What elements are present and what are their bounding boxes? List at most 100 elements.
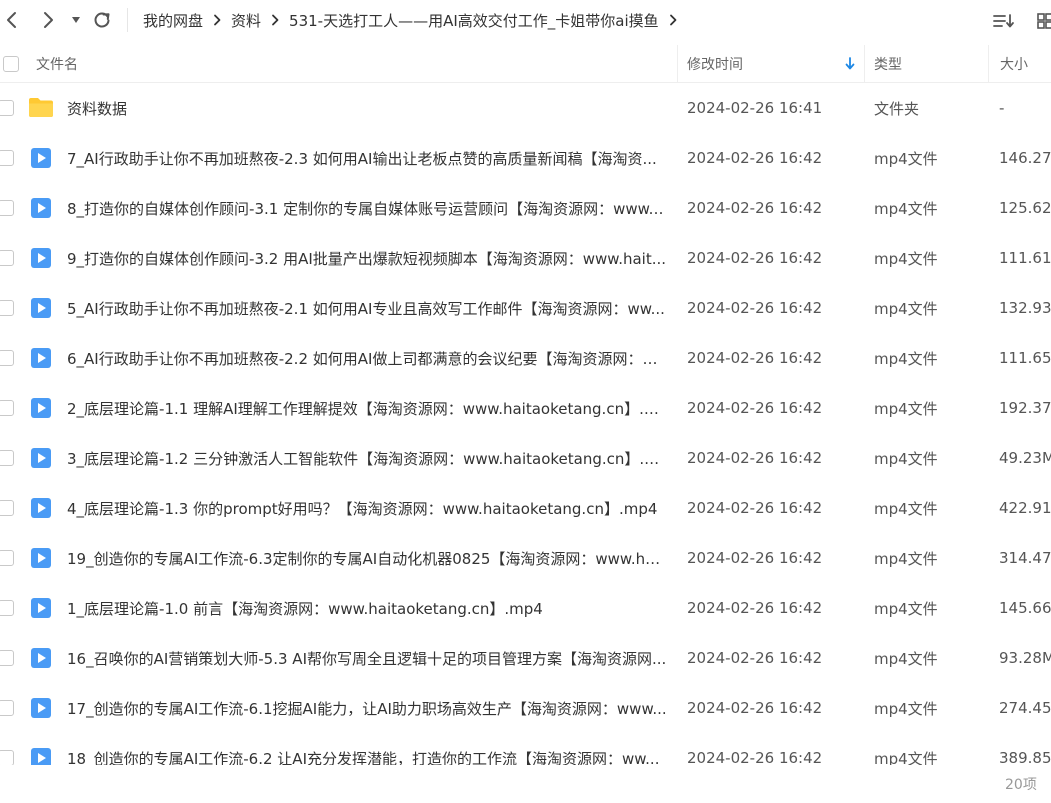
file-name: 4_底层理论篇-1.3 你的prompt好用吗？【海淘资源网：www.haita…: [67, 483, 667, 533]
breadcrumb: 我的网盘 资料 531-天选打工人——用AI高效交付工作_卡姐带你ai摸鱼: [143, 0, 687, 40]
file-row[interactable]: 17_创造你的专属AI工作流-6.1挖掘AI能力，让AI助力职场高效生产【海淘资…: [0, 683, 1051, 733]
column-header-modified[interactable]: 修改时间: [687, 45, 857, 83]
file-modified-time: 2024-02-26 16:42: [687, 549, 823, 567]
history-dropdown-button[interactable]: [64, 8, 88, 32]
file-name: 9_打造你的自媒体创作顾问-3.2 用AI批量产出爆款短视频脚本【海淘资源网：w…: [67, 233, 667, 283]
file-type: 文件夹: [874, 99, 920, 118]
file-name-text: 8_打造你的自媒体创作顾问-3.1 定制你的专属自媒体账号运营顾问【海淘资源网：…: [67, 199, 667, 218]
video-file-icon: [30, 497, 52, 519]
breadcrumb-item-current-folder[interactable]: 531-天选打工人——用AI高效交付工作_卡姐带你ai摸鱼: [289, 10, 659, 31]
file-name: 1_底层理论篇-1.0 前言【海淘资源网：www.haitaoketang.cn…: [67, 583, 667, 633]
refresh-icon: [94, 12, 110, 28]
file-row[interactable]: 7_AI行政助手让你不再加班熬夜-2.3 如何用AI输出让老板点赞的高质量新闻稿…: [0, 133, 1051, 183]
view-mode-button[interactable]: [1033, 9, 1051, 33]
row-checkbox[interactable]: [0, 750, 14, 765]
file-size: 146.27: [999, 149, 1051, 167]
file-type: mp4文件: [874, 199, 938, 218]
file-type: mp4文件: [874, 549, 938, 568]
video-file-icon: [30, 547, 52, 569]
row-checkbox[interactable]: [0, 400, 14, 416]
file-row[interactable]: 5_AI行政助手让你不再加班熬夜-2.1 如何用AI专业且高效写工作邮件【海淘资…: [0, 283, 1051, 333]
file-modified-time: 2024-02-26 16:42: [687, 649, 823, 667]
file-name-text: 2_底层理论篇-1.1 理解AI理解工作理解提效【海淘资源网：www.haita…: [67, 399, 667, 418]
video-file-icon: [30, 297, 52, 319]
breadcrumb-item-my-drive[interactable]: 我的网盘: [143, 10, 203, 31]
file-name-text: 5_AI行政助手让你不再加班熬夜-2.1 如何用AI专业且高效写工作邮件【海淘资…: [67, 299, 665, 318]
file-name: 5_AI行政助手让你不再加班熬夜-2.1 如何用AI专业且高效写工作邮件【海淘资…: [67, 283, 667, 333]
file-name-text: 19_创造你的专属AI工作流-6.3定制你的专属AI自动化机器0825【海淘资源…: [67, 549, 667, 568]
forward-button[interactable]: [36, 8, 60, 32]
toolbar-divider: [127, 8, 128, 32]
row-checkbox[interactable]: [0, 300, 14, 316]
file-row[interactable]: 16_召唤你的AI营销策划大师-5.3 AI帮你写周全且逻辑十足的项目管理方案【…: [0, 633, 1051, 683]
file-name-text: 16_召唤你的AI营销策划大师-5.3 AI帮你写周全且逻辑十足的项目管理方案【…: [67, 649, 667, 668]
row-checkbox[interactable]: [0, 700, 14, 716]
file-name-text: 资料数据: [67, 99, 128, 118]
file-name: 2_底层理论篇-1.1 理解AI理解工作理解提效【海淘资源网：www.haita…: [67, 383, 667, 433]
file-name: 8_打造你的自媒体创作顾问-3.1 定制你的专属自媒体账号运营顾问【海淘资源网：…: [67, 183, 667, 233]
chevron-left-icon: [7, 12, 16, 28]
refresh-button[interactable]: [90, 8, 114, 32]
file-type: mp4文件: [874, 149, 938, 168]
column-divider: [677, 45, 678, 83]
row-checkbox[interactable]: [0, 450, 14, 466]
file-type: mp4文件: [874, 399, 938, 418]
column-header-name[interactable]: 文件名: [36, 45, 78, 83]
row-checkbox[interactable]: [0, 200, 14, 216]
row-checkbox[interactable]: [0, 500, 14, 516]
file-row[interactable]: 19_创造你的专属AI工作流-6.3定制你的专属AI自动化机器0825【海淘资源…: [0, 533, 1051, 583]
file-type: mp4文件: [874, 449, 938, 468]
file-row[interactable]: 1_底层理论篇-1.0 前言【海淘资源网：www.haitaoketang.cn…: [0, 583, 1051, 633]
file-size: 389.85: [999, 749, 1051, 765]
row-checkbox[interactable]: [0, 350, 14, 366]
file-modified-time: 2024-02-26 16:42: [687, 699, 823, 717]
video-file-icon: [30, 347, 52, 369]
arrow-down-icon: [845, 57, 855, 70]
video-file-icon: [30, 597, 52, 619]
file-size: 132.93: [999, 299, 1051, 317]
row-checkbox[interactable]: [0, 250, 14, 266]
video-file-icon: [30, 147, 52, 169]
file-modified-time: 2024-02-26 16:42: [687, 449, 823, 467]
file-row[interactable]: 8_打造你的自媒体创作顾问-3.1 定制你的专属自媒体账号运营顾问【海淘资源网：…: [0, 183, 1051, 233]
caret-down-icon: [72, 17, 80, 23]
file-size: 145.66: [999, 599, 1051, 617]
file-manager-window: 我的网盘 资料 531-天选打工人——用AI高效交付工作_卡姐带你ai摸鱼 文件…: [0, 0, 1051, 803]
status-bar: 20项: [0, 765, 1051, 803]
file-row[interactable]: 9_打造你的自媒体创作顾问-3.2 用AI批量产出爆款短视频脚本【海淘资源网：w…: [0, 233, 1051, 283]
file-size: 314.47: [999, 549, 1051, 567]
file-row[interactable]: 资料数据 2024-02-26 16:41 文件夹 -: [0, 83, 1051, 133]
row-checkbox[interactable]: [0, 650, 14, 666]
row-checkbox[interactable]: [0, 550, 14, 566]
column-header-type[interactable]: 类型: [874, 45, 902, 83]
file-list: 资料数据 2024-02-26 16:41 文件夹 - 7_AI行政助手让你不再加班熬夜…: [0, 83, 1051, 765]
file-modified-time: 2024-02-26 16:42: [687, 199, 823, 217]
file-row[interactable]: 4_底层理论篇-1.3 你的prompt好用吗？【海淘资源网：www.haita…: [0, 483, 1051, 533]
sort-list-icon: [993, 14, 1014, 28]
item-count: 20项: [1005, 777, 1037, 793]
file-type: mp4文件: [874, 499, 938, 518]
sort-menu-button[interactable]: [991, 9, 1017, 33]
file-row[interactable]: 6_AI行政助手让你不再加班熬夜-2.2 如何用AI做上司都满意的会议纪要【海淘…: [0, 333, 1051, 383]
file-row[interactable]: 2_底层理论篇-1.1 理解AI理解工作理解提效【海淘资源网：www.haita…: [0, 383, 1051, 433]
file-row[interactable]: 18_创造你的专属AI工作流-6.2 让AI充分发挥潜能，打造你的工作流【海淘资…: [0, 733, 1051, 765]
row-checkbox[interactable]: [0, 150, 14, 166]
file-type: mp4文件: [874, 749, 938, 766]
file-size: 125.62: [999, 199, 1051, 217]
row-checkbox[interactable]: [0, 600, 14, 616]
file-name-text: 17_创造你的专属AI工作流-6.1挖掘AI能力，让AI助力职场高效生产【海淘资…: [67, 699, 667, 718]
breadcrumb-item-materials[interactable]: 资料: [231, 10, 261, 31]
column-header-size[interactable]: 大小: [1000, 45, 1028, 83]
file-type: mp4文件: [874, 249, 938, 268]
navigation-bar: 我的网盘 资料 531-天选打工人——用AI高效交付工作_卡姐带你ai摸鱼: [0, 0, 1051, 40]
back-button[interactable]: [0, 8, 24, 32]
video-file-icon: [30, 447, 52, 469]
file-name: 18_创造你的专属AI工作流-6.2 让AI充分发挥潜能，打造你的工作流【海淘资…: [67, 733, 667, 766]
file-modified-time: 2024-02-26 16:41: [687, 99, 823, 117]
row-checkbox[interactable]: [0, 100, 14, 116]
file-size: 111.61: [999, 249, 1051, 267]
select-all-checkbox[interactable]: [3, 56, 19, 72]
file-row[interactable]: 3_底层理论篇-1.2 三分钟激活人工智能软件【海淘资源网：www.haitao…: [0, 433, 1051, 483]
video-file-icon: [30, 747, 52, 765]
file-name: 17_创造你的专属AI工作流-6.1挖掘AI能力，让AI助力职场高效生产【海淘资…: [67, 683, 667, 733]
